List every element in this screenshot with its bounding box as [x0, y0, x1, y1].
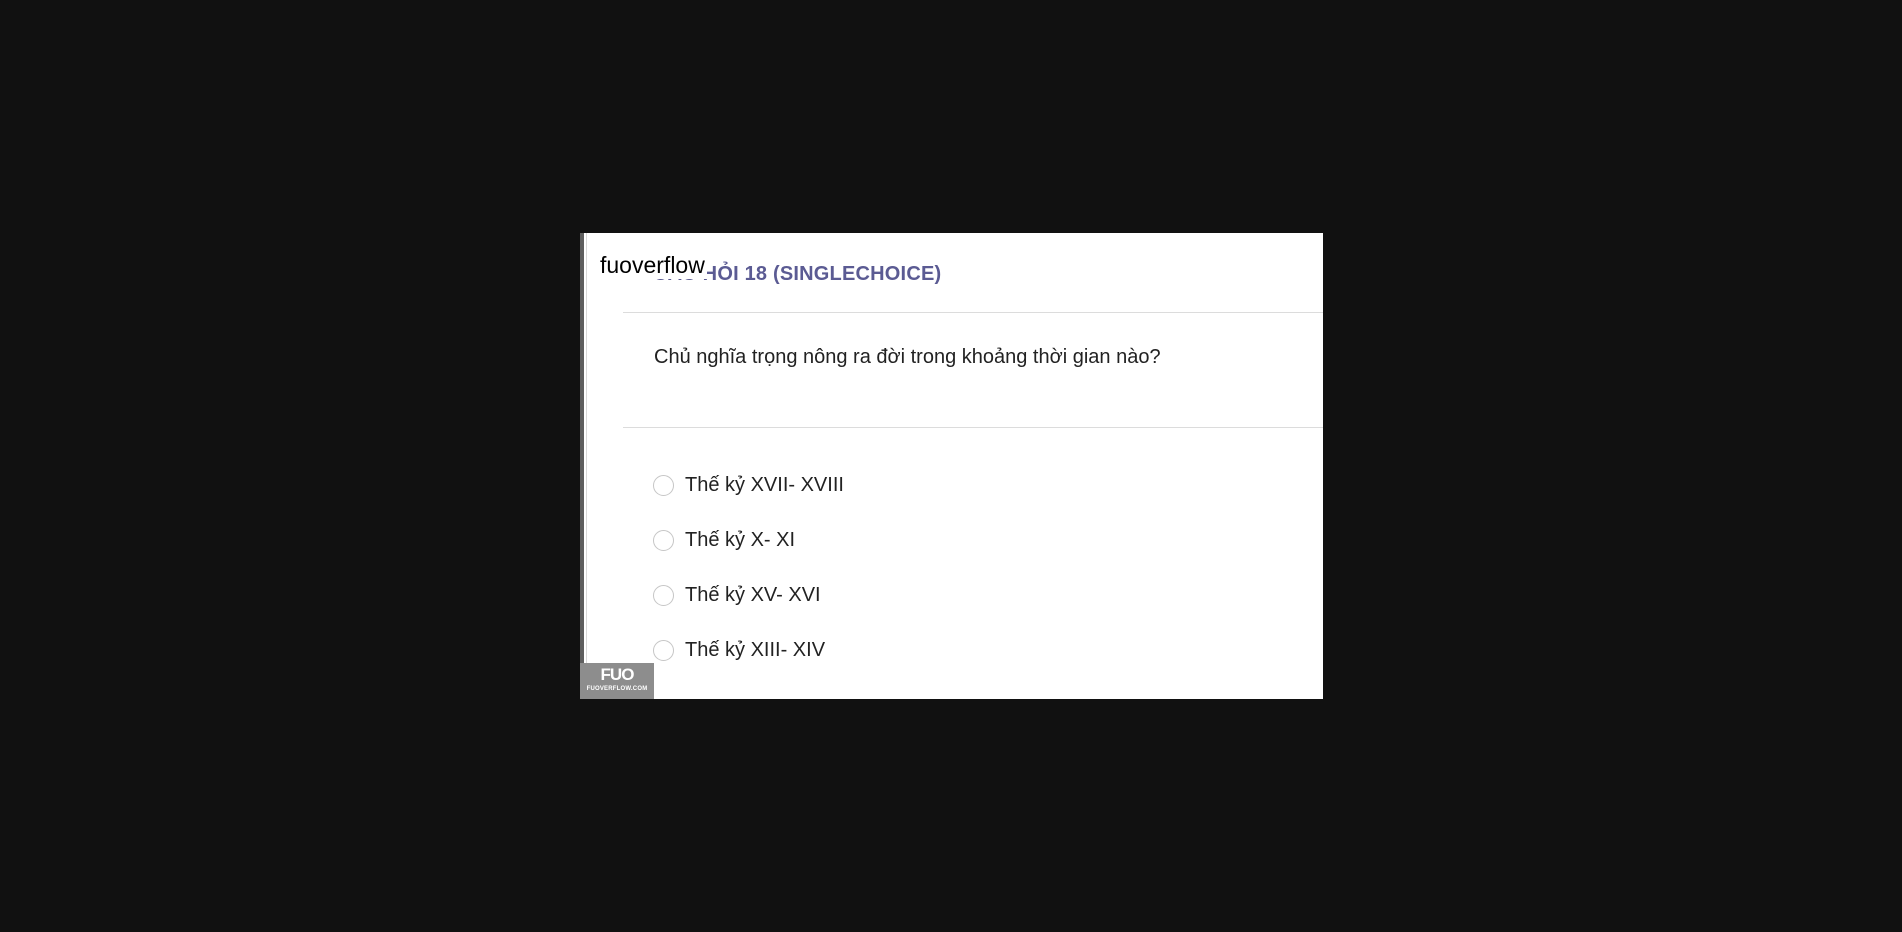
watermark-text: fuoverflow [598, 252, 707, 279]
answer-option-label: Thế kỷ XIII- XIV [685, 639, 826, 661]
panel-left-border-inner [586, 233, 587, 699]
answer-option[interactable]: Thế kỷ XIII- XIV [653, 623, 844, 678]
fuo-logo: FUO [600, 665, 635, 684]
fuo-watermark-badge: FUO FUOVERFLOW.COM [580, 663, 654, 699]
radio-button[interactable] [653, 530, 674, 551]
answer-option[interactable]: Thế kỷ XV- XVI [653, 568, 844, 623]
answer-option[interactable]: Thế kỷ X- XI [653, 513, 844, 568]
question-text: Chủ nghĩa trọng nông ra đời trong khoảng… [654, 346, 1161, 368]
quiz-panel: CÂU HỎI 18 (SINGLECHOICE) fuoverflow Chủ… [580, 233, 1323, 699]
answer-option-label: Thế kỷ XVII- XVIII [685, 474, 844, 496]
answer-options: Thế kỷ XVII- XVIII Thế kỷ X- XI Thế kỷ X… [653, 458, 844, 678]
fuo-domain: FUOVERFLOW.COM [586, 686, 648, 692]
radio-button[interactable] [653, 475, 674, 496]
answer-option[interactable]: Thế kỷ XVII- XVIII [653, 458, 844, 513]
radio-button[interactable] [653, 585, 674, 606]
heading-divider [623, 312, 1323, 313]
question-divider [623, 427, 1323, 428]
answer-option-label: Thế kỷ X- XI [685, 529, 796, 551]
answer-option-label: Thế kỷ XV- XVI [685, 584, 821, 606]
radio-button[interactable] [653, 640, 674, 661]
panel-left-border [580, 233, 584, 699]
